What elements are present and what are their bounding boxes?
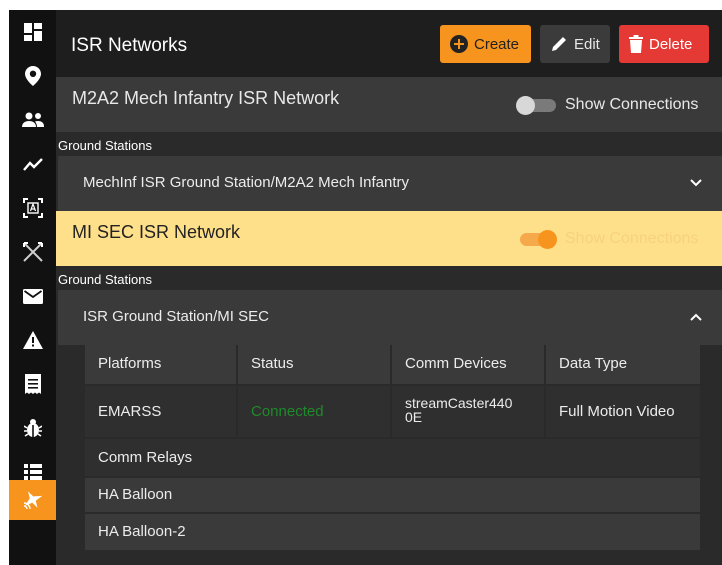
receipt-icon: [24, 374, 41, 394]
sidebar-item-reports[interactable]: [9, 362, 56, 406]
section-label: Ground Stations: [58, 138, 152, 153]
ground-station-details: Platforms Status Comm Devices Data Type …: [85, 343, 700, 550]
comm-relay-item: HA Balloon-2: [85, 514, 700, 550]
comm-relays-title: Comm Relays: [85, 439, 700, 476]
edit-label: Edit: [574, 35, 600, 53]
sidebar-item-operations[interactable]: [9, 230, 56, 274]
section-label: Ground Stations: [58, 272, 152, 287]
show-connections-label: Show Connections: [565, 230, 699, 247]
sidebar-item-people[interactable]: [9, 98, 56, 142]
create-button[interactable]: Create: [440, 25, 531, 63]
create-label: Create: [474, 35, 520, 53]
trend-icon: [22, 158, 43, 171]
main-panel: ISR Networks Create Edit Delete M2A2 Mec…: [56, 10, 722, 565]
map-pin-icon: [24, 66, 41, 86]
mail-icon: [22, 288, 43, 304]
column-header-status: Status: [238, 343, 390, 384]
bug-icon: [23, 419, 42, 437]
column-header-comm-devices: Comm Devices: [392, 343, 544, 384]
sidebar-item-messages[interactable]: [9, 274, 56, 318]
ground-station-row[interactable]: ISR Ground Station/MI SEC: [58, 290, 722, 345]
comm-relay-item: HA Balloon: [85, 478, 700, 512]
comm-device-line: 0E: [405, 409, 423, 425]
people-icon: [21, 112, 44, 127]
sidebar-item-alerts[interactable]: [9, 318, 56, 362]
delete-button[interactable]: Delete: [619, 25, 709, 63]
column-header-data-type: Data Type: [546, 343, 700, 384]
status-cell: Connected: [238, 386, 390, 437]
plus-circle-icon: [450, 35, 468, 53]
network-header[interactable]: M2A2 Mech Infantry ISR Network Show Conn…: [56, 77, 722, 132]
show-connections-toggle[interactable]: [516, 96, 556, 115]
trash-icon: [629, 35, 643, 53]
sidebar-item-debug[interactable]: [9, 406, 56, 450]
chevron-up-icon[interactable]: [690, 313, 702, 321]
ground-station-label: MechInf ISR Ground Station/M2A2 Mech Inf…: [83, 174, 409, 191]
list-icon: [23, 464, 42, 480]
toggle-knob: [538, 230, 557, 249]
comm-device-line: streamCaster440: [405, 395, 513, 411]
ground-station-label: ISR Ground Station/MI SEC: [83, 308, 269, 325]
sidebar: [9, 10, 56, 565]
table-header-row: Platforms Status Comm Devices Data Type: [85, 343, 700, 384]
sidebar-item-dashboard[interactable]: [9, 10, 56, 54]
data-type-cell: Full Motion Video: [546, 386, 700, 437]
network-header-selected[interactable]: MI SEC ISR Network Show Connections: [56, 211, 722, 266]
sidebar-item-target[interactable]: [9, 186, 56, 230]
edit-button[interactable]: Edit: [540, 25, 610, 63]
network-title: M2A2 Mech Infantry ISR Network: [72, 88, 340, 108]
sidebar-item-isr-networks[interactable]: [9, 480, 56, 520]
delete-label: Delete: [649, 35, 693, 53]
table-row[interactable]: EMARSS Connected streamCaster440 0E Full…: [85, 386, 700, 437]
ground-station-row[interactable]: MechInf ISR Ground Station/M2A2 Mech Inf…: [58, 156, 722, 211]
platform-cell: EMARSS: [85, 386, 236, 437]
toggle-knob: [516, 96, 535, 115]
page-header: ISR Networks Create Edit Delete: [56, 10, 722, 77]
sidebar-item-map[interactable]: [9, 54, 56, 98]
list-item[interactable]: HA Balloon: [85, 478, 700, 512]
comm-relays-header: Comm Relays: [85, 439, 700, 476]
show-connections-label: Show Connections: [565, 96, 699, 113]
list-item[interactable]: HA Balloon-2: [85, 514, 700, 550]
show-connections-toggle[interactable]: [516, 230, 557, 249]
network-title: MI SEC ISR Network: [72, 222, 241, 242]
target-frame-icon: [22, 198, 43, 218]
warning-icon: [22, 331, 43, 349]
pencil-icon: [552, 37, 566, 51]
sidebar-item-analytics[interactable]: [9, 142, 56, 186]
aircraft-signal-icon: [23, 491, 42, 510]
comm-device-cell: streamCaster440 0E: [392, 386, 544, 437]
page-title: ISR Networks: [71, 35, 188, 56]
chevron-down-icon[interactable]: [690, 179, 702, 187]
column-header-platforms: Platforms: [85, 343, 236, 384]
crossed-swords-icon: [22, 242, 43, 262]
dashboard-icon: [23, 23, 42, 41]
